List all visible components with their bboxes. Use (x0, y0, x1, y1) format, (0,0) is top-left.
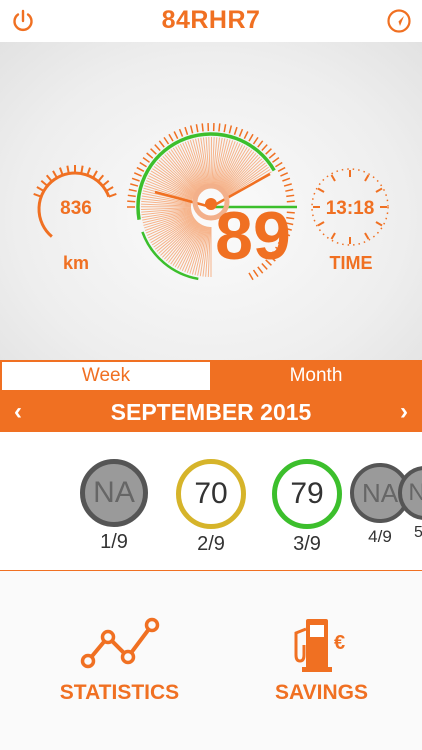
month-navigation: ‹ SEPTEMBER 2015 › (0, 392, 422, 432)
app-header: 84RHR7 (0, 0, 422, 42)
svg-text:€: € (334, 632, 345, 654)
distance-value: 836 (60, 198, 92, 219)
week-tab[interactable]: Week (2, 362, 210, 390)
statistics-label: STATISTICS (59, 681, 180, 704)
score-value: 89 (215, 198, 291, 274)
day-item[interactable]: 79 3/9 (272, 459, 342, 556)
day-score-circle: 70 (176, 459, 246, 529)
day-item[interactable]: NA 1/9 (80, 459, 148, 554)
day-date: 3/9 (293, 533, 321, 555)
navigation-icon[interactable] (386, 8, 412, 34)
day-date: 5 (414, 524, 422, 541)
savings-button[interactable]: € SAVINGS (216, 571, 422, 750)
time-value: 13:18 (325, 198, 375, 219)
day-item[interactable]: NA 5 (398, 466, 422, 542)
daily-scores-list: NA 1/9 70 2/9 79 3/9 NA 4/9 NA 5 (0, 432, 422, 570)
statistics-icon (80, 617, 160, 669)
day-date: 1/9 (100, 531, 128, 553)
month-label: SEPTEMBER 2015 (110, 399, 312, 425)
bottom-menu: STATISTICS € SAVINGS (0, 571, 422, 750)
month-tab[interactable]: Month (212, 362, 420, 390)
day-item[interactable]: 70 2/9 (176, 459, 246, 556)
fuel-pump-icon: € (294, 619, 345, 672)
day-score-circle: 79 (272, 459, 342, 529)
next-month-button[interactable]: › (400, 398, 408, 426)
savings-label: SAVINGS (275, 681, 368, 704)
statistics-button[interactable]: STATISTICS (14, 571, 225, 750)
day-date: 2/9 (197, 533, 225, 555)
period-toggle: Week Month (0, 360, 422, 392)
day-score-circle: NA (80, 459, 148, 527)
day-score-circle: NA (398, 466, 422, 520)
dashboard-panel: 836 km 89 13:18 TIME (0, 42, 422, 360)
time-label: TIME (329, 253, 373, 273)
distance-unit: km (62, 253, 89, 273)
vehicle-title: 84RHR7 (161, 6, 261, 34)
